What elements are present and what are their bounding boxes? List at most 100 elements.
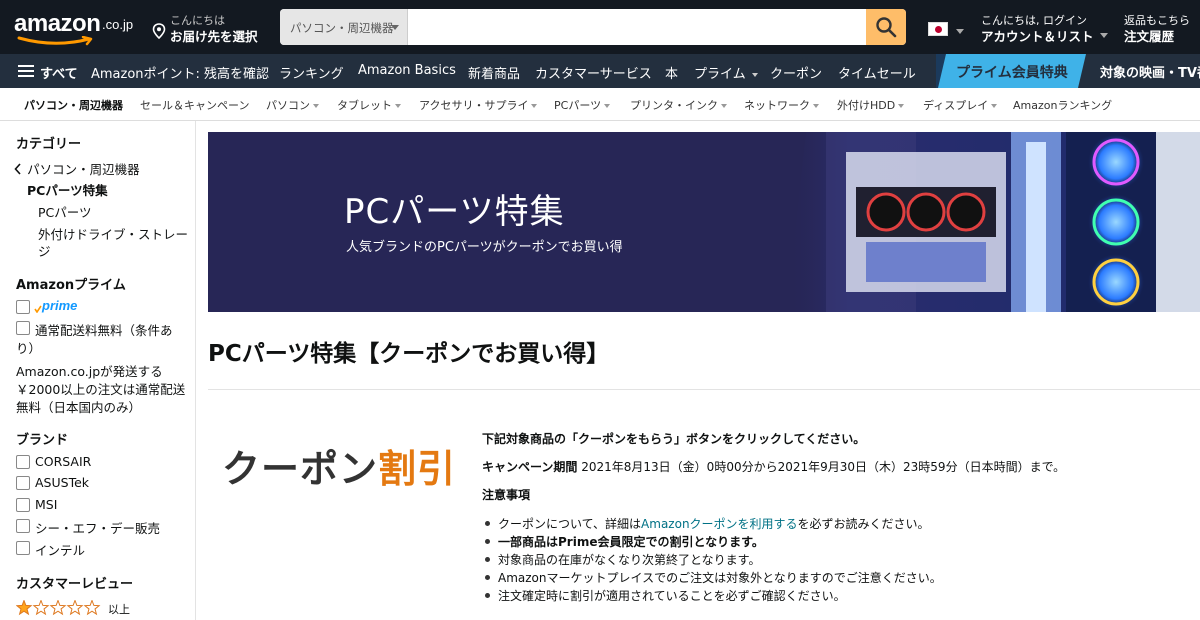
notes-heading: 注意事項 — [482, 488, 531, 502]
brand-corsair[interactable]: CORSAIR — [35, 454, 91, 469]
star-empty-icon — [32, 599, 50, 616]
chevron-down-icon — [721, 104, 727, 108]
brand-checkbox[interactable] — [16, 498, 30, 512]
hero-banner[interactable]: PCパーツ特集 人気ブランドのPCパーツがクーポンでお買い得 — [208, 132, 1200, 312]
language-selector[interactable] — [928, 20, 968, 40]
subnav-pc[interactable]: パソコン — [266, 97, 319, 113]
category-external-drive-cont[interactable]: ジ — [38, 241, 51, 260]
brand-checkbox[interactable] — [16, 541, 30, 555]
subnav-tablet-label: タブレット — [337, 99, 392, 112]
category-pc-parts[interactable]: PCパーツ — [38, 202, 92, 221]
nav-amazon-basics[interactable]: Amazon Basics — [358, 63, 456, 78]
subnav-tablet[interactable]: タブレット — [337, 97, 401, 113]
chevron-down-icon — [991, 104, 998, 108]
chevron-down-icon — [898, 104, 905, 108]
category-back-label: パソコン・周辺機器 — [27, 162, 140, 177]
divider — [208, 389, 1200, 390]
chevron-down-icon — [1100, 33, 1108, 38]
subnav-pc-parts[interactable]: PCパーツ — [554, 97, 611, 113]
brand-cfd[interactable]: シー・エフ・デー販売 — [35, 518, 160, 537]
hamburger-menu-icon[interactable] — [18, 65, 34, 77]
subnav-pc-peripherals[interactable]: パソコン・周辺機器 — [24, 97, 123, 113]
brand-asustek[interactable]: ASUSTek — [35, 475, 89, 490]
brand-checkbox[interactable] — [16, 519, 30, 533]
free-shipping-checkbox[interactable] — [16, 321, 30, 335]
chevron-left-icon — [14, 163, 21, 175]
brand-heading: ブランド — [16, 433, 69, 448]
list-item: 対象商品の在庫がなくなり次第終了となります。 — [482, 551, 1182, 569]
coupon-help-link[interactable]: Amazonクーポンを利用する — [641, 517, 798, 531]
subnav-network-label: ネットワーク — [744, 99, 810, 112]
subnav-pc-label: パソコン — [266, 99, 310, 112]
nav-customer-service[interactable]: カスタマーサービス — [535, 63, 652, 82]
search-category-select[interactable]: パソコン・周辺機器 — [280, 9, 408, 45]
prime-logo: prime — [42, 298, 78, 313]
search-input[interactable] — [408, 9, 866, 45]
search-button[interactable] — [866, 9, 906, 45]
subnav-ranking[interactable]: Amazonランキング — [1013, 97, 1112, 113]
location-pin-icon — [152, 23, 166, 39]
category-back-link[interactable]: パソコン・周辺機器 — [14, 159, 140, 178]
nav-books[interactable]: 本 — [665, 63, 678, 82]
sub-nav: パソコン・周辺機器 セール＆キャンペーン パソコン タブレット アクセサリ・サプ… — [0, 88, 1200, 121]
nav-points[interactable]: Amazonポイント: 残高を確認 — [91, 63, 269, 82]
pc-build-image — [786, 132, 1200, 312]
promo-label: プライム会員特典 — [956, 65, 1068, 81]
banner-subtitle: 人気ブランドのPCパーツがクーポンでお買い得 — [346, 240, 623, 255]
banner-title: PCパーツ特集 — [344, 192, 565, 232]
list-item: 注文確定時に割引が適用されていることを必ずご確認ください。 — [482, 587, 1182, 605]
instruction-text: 下記対象商品の「クーポンをもらう」ボタンをクリックしてください。 — [482, 432, 866, 446]
subnav-external-hdd[interactable]: 外付けHDD — [837, 97, 905, 113]
amazon-logo[interactable]: amazon .co.jp — [14, 10, 142, 46]
chevron-down-icon — [956, 29, 964, 34]
nav-ranking[interactable]: ランキング — [279, 63, 344, 82]
prime-promo[interactable]: プライム会員特典 対象の映画・TV番 — [936, 54, 1200, 88]
nav-prime[interactable]: プライム — [694, 63, 758, 82]
brand-intel[interactable]: インテル — [35, 540, 85, 559]
chevron-down-icon — [751, 72, 758, 77]
shipping-note-1: Amazon.co.jpが発送する — [16, 364, 163, 379]
japan-flag-icon — [928, 22, 948, 36]
prime-heading: Amazonプライム — [16, 278, 126, 293]
subnav-network[interactable]: ネットワーク — [744, 97, 819, 113]
prime-checkbox[interactable] — [16, 300, 30, 314]
brand-msi[interactable]: MSI — [35, 497, 57, 512]
star-filled-icon — [15, 599, 33, 616]
brand-checkbox[interactable] — [16, 476, 30, 490]
account-menu[interactable]: こんにちは, ログイン アカウント＆リスト — [981, 12, 1111, 46]
subnav-pc-parts-label: PCパーツ — [554, 99, 602, 112]
orders-label: 注文履歴 — [1124, 29, 1175, 44]
period-value: 2021年8月13日（金）0時00分から2021年9月30日（木）23時59分（… — [581, 460, 1066, 474]
chevron-down-icon — [391, 25, 399, 30]
nav-coupons[interactable]: クーポン — [770, 63, 822, 82]
star-empty-icon — [49, 599, 67, 616]
star-empty-icon — [66, 599, 84, 616]
subnav-display-label: ディスプレイ — [923, 99, 989, 112]
coupon-discount-art: クーポン割引 — [222, 438, 456, 493]
coupon-art-text: クーポン — [222, 447, 379, 491]
list-item: 一部商品はPrime会員限定での割引となります。 — [482, 533, 1182, 551]
subnav-printer[interactable]: プリンタ・インク — [630, 97, 727, 113]
shipping-note-3: 無料（日本国内のみ） — [16, 400, 142, 415]
chevron-down-icon — [604, 104, 611, 108]
list-item: Amazonマーケットプレイスでのご注文は対象外となりますのでご注意ください。 — [482, 569, 1182, 587]
notes-list: クーポンについて、詳細はAmazonクーポンを利用するを必ずお読みください。 一… — [482, 515, 1182, 605]
free-shipping-label: 通常配送料無料（条件あ — [35, 323, 173, 338]
top-header: amazon .co.jp こんにちは お届け先を選択 パソコン・周辺機器 こん… — [0, 0, 1200, 54]
nav-prime-label: プライム — [694, 67, 746, 82]
subnav-accessories[interactable]: アクセサリ・サプライ — [419, 97, 538, 113]
nav-all[interactable]: すべて — [40, 63, 78, 82]
review-stars-filter[interactable] — [15, 599, 106, 616]
category-external-drive[interactable]: 外付けドライブ・ストレー — [38, 224, 188, 243]
subnav-accessories-label: アクセサリ・サプライ — [419, 99, 529, 112]
subnav-sale[interactable]: セール＆キャンペーン — [140, 97, 249, 113]
account-lists: アカウント＆リスト — [981, 29, 1094, 44]
nav-new-releases[interactable]: 新着商品 — [468, 63, 520, 82]
returns-orders[interactable]: 返品もこちら 注文履歴 — [1124, 12, 1200, 46]
note-text: を必ずお読みください。 — [797, 517, 930, 531]
deliver-to[interactable]: こんにちは お届け先を選択 — [152, 11, 272, 45]
nav-time-sale[interactable]: タイムセール — [838, 63, 916, 82]
chevron-down-icon — [813, 104, 819, 108]
subnav-display[interactable]: ディスプレイ — [923, 97, 998, 113]
brand-checkbox[interactable] — [16, 455, 30, 469]
